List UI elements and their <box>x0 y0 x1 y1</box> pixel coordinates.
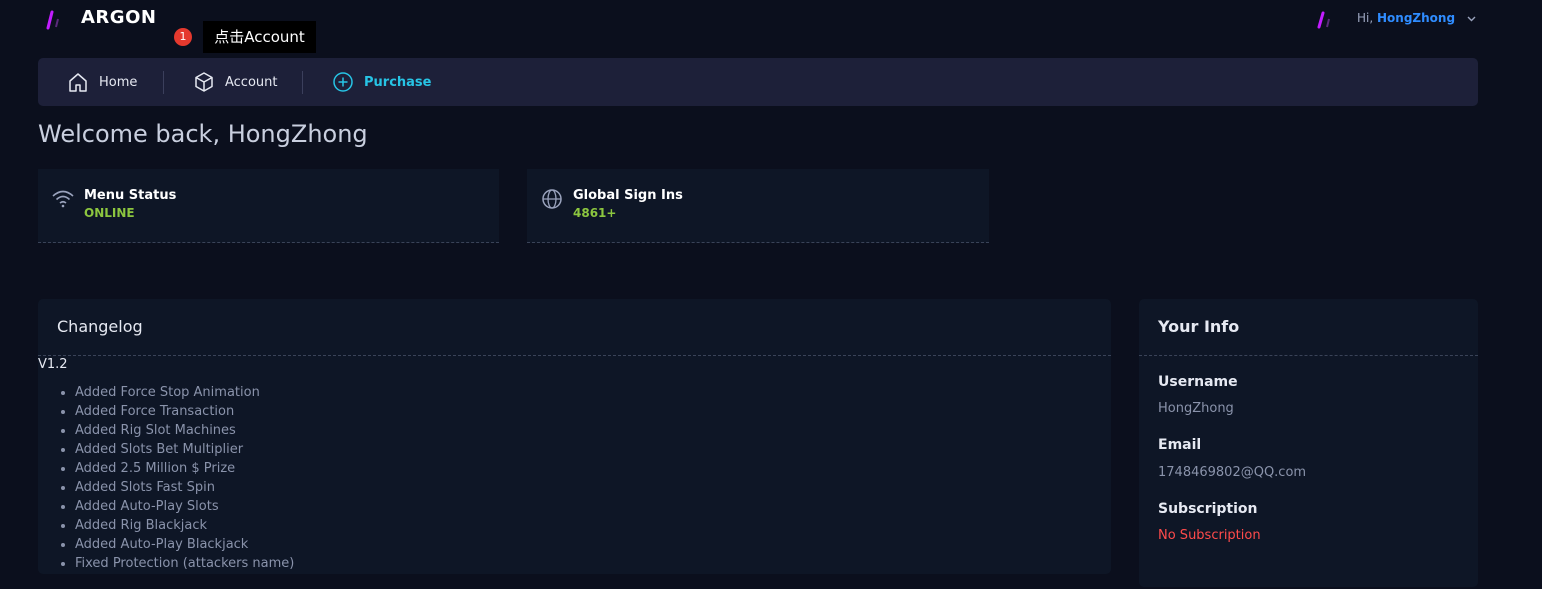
username-label: Username <box>1158 374 1238 390</box>
nav-item-home[interactable]: Home <box>67 58 137 106</box>
list-item: Fixed Protection (attackers name) <box>75 554 294 573</box>
list-item: Added Slots Bet Multiplier <box>75 440 294 459</box>
username-value: HongZhong <box>1158 401 1234 416</box>
nav-item-label: Account <box>225 74 278 90</box>
logo-icon[interactable] <box>46 10 59 30</box>
card-header <box>38 299 1111 356</box>
nav-item-label: Purchase <box>364 74 432 90</box>
nav-item-account[interactable]: Account <box>193 58 278 106</box>
card-title: Your Info <box>1158 317 1240 336</box>
list-item: Added Auto-Play Slots <box>75 497 294 516</box>
nav-divider <box>163 71 164 94</box>
list-item: Added Auto-Play Blackjack <box>75 535 294 554</box>
cube-icon <box>195 72 213 92</box>
email-label: Email <box>1158 437 1202 453</box>
changelog-card: Changelog V1.2 Added Force Stop Animatio… <box>38 299 1111 574</box>
list-item: Added Rig Blackjack <box>75 516 294 535</box>
list-item: Added 2.5 Million $ Prize <box>75 459 294 478</box>
stat-title: Global Sign Ins <box>573 188 683 203</box>
list-item: Added Slots Fast Spin <box>75 478 294 497</box>
stat-card-global-sign-ins: Global Sign Ins 4861+ <box>527 169 989 243</box>
card-title: Changelog <box>57 317 143 336</box>
annotation-step-badge: 1 <box>174 28 192 46</box>
user-menu[interactable]: Hi, HongZhong <box>1357 11 1476 25</box>
nav-divider <box>302 71 303 94</box>
stat-title: Menu Status <box>84 188 177 203</box>
stat-value: ONLINE <box>84 206 135 220</box>
brand-name[interactable]: ARGON <box>81 7 156 28</box>
user-logo-icon <box>1317 11 1330 29</box>
annotation-tooltip: 点击Account <box>203 21 316 53</box>
username-text: HongZhong <box>1377 11 1456 25</box>
page-title: Welcome back, HongZhong <box>38 120 368 148</box>
greeting-text: Hi, <box>1357 11 1374 25</box>
list-item: Added Rig Slot Machines <box>75 421 294 440</box>
wifi-icon <box>51 188 75 214</box>
subscription-value: No Subscription <box>1158 528 1261 543</box>
email-value: 1748469802@QQ.com <box>1158 465 1307 480</box>
stat-value: 4861+ <box>573 206 617 220</box>
changelog-version: V1.2 <box>38 357 68 372</box>
plus-circle-icon <box>333 72 353 92</box>
chevron-down-icon <box>1467 14 1476 25</box>
subscription-label: Subscription <box>1158 501 1258 517</box>
nav-item-label: Home <box>99 74 138 90</box>
home-icon <box>69 73 87 92</box>
list-item: Added Force Transaction <box>75 402 294 421</box>
changelog-list: Added Force Stop Animation Added Force T… <box>38 383 294 573</box>
user-info-card: Your Info Username HongZhong Email 17484… <box>1139 299 1478 587</box>
list-item: Added Force Stop Animation <box>75 383 294 402</box>
stat-card-menu-status: Menu Status ONLINE <box>38 169 499 243</box>
main-nav: Home Account Purchase <box>38 58 1478 106</box>
globe-icon <box>540 188 564 214</box>
nav-item-purchase[interactable]: Purchase <box>332 58 431 106</box>
